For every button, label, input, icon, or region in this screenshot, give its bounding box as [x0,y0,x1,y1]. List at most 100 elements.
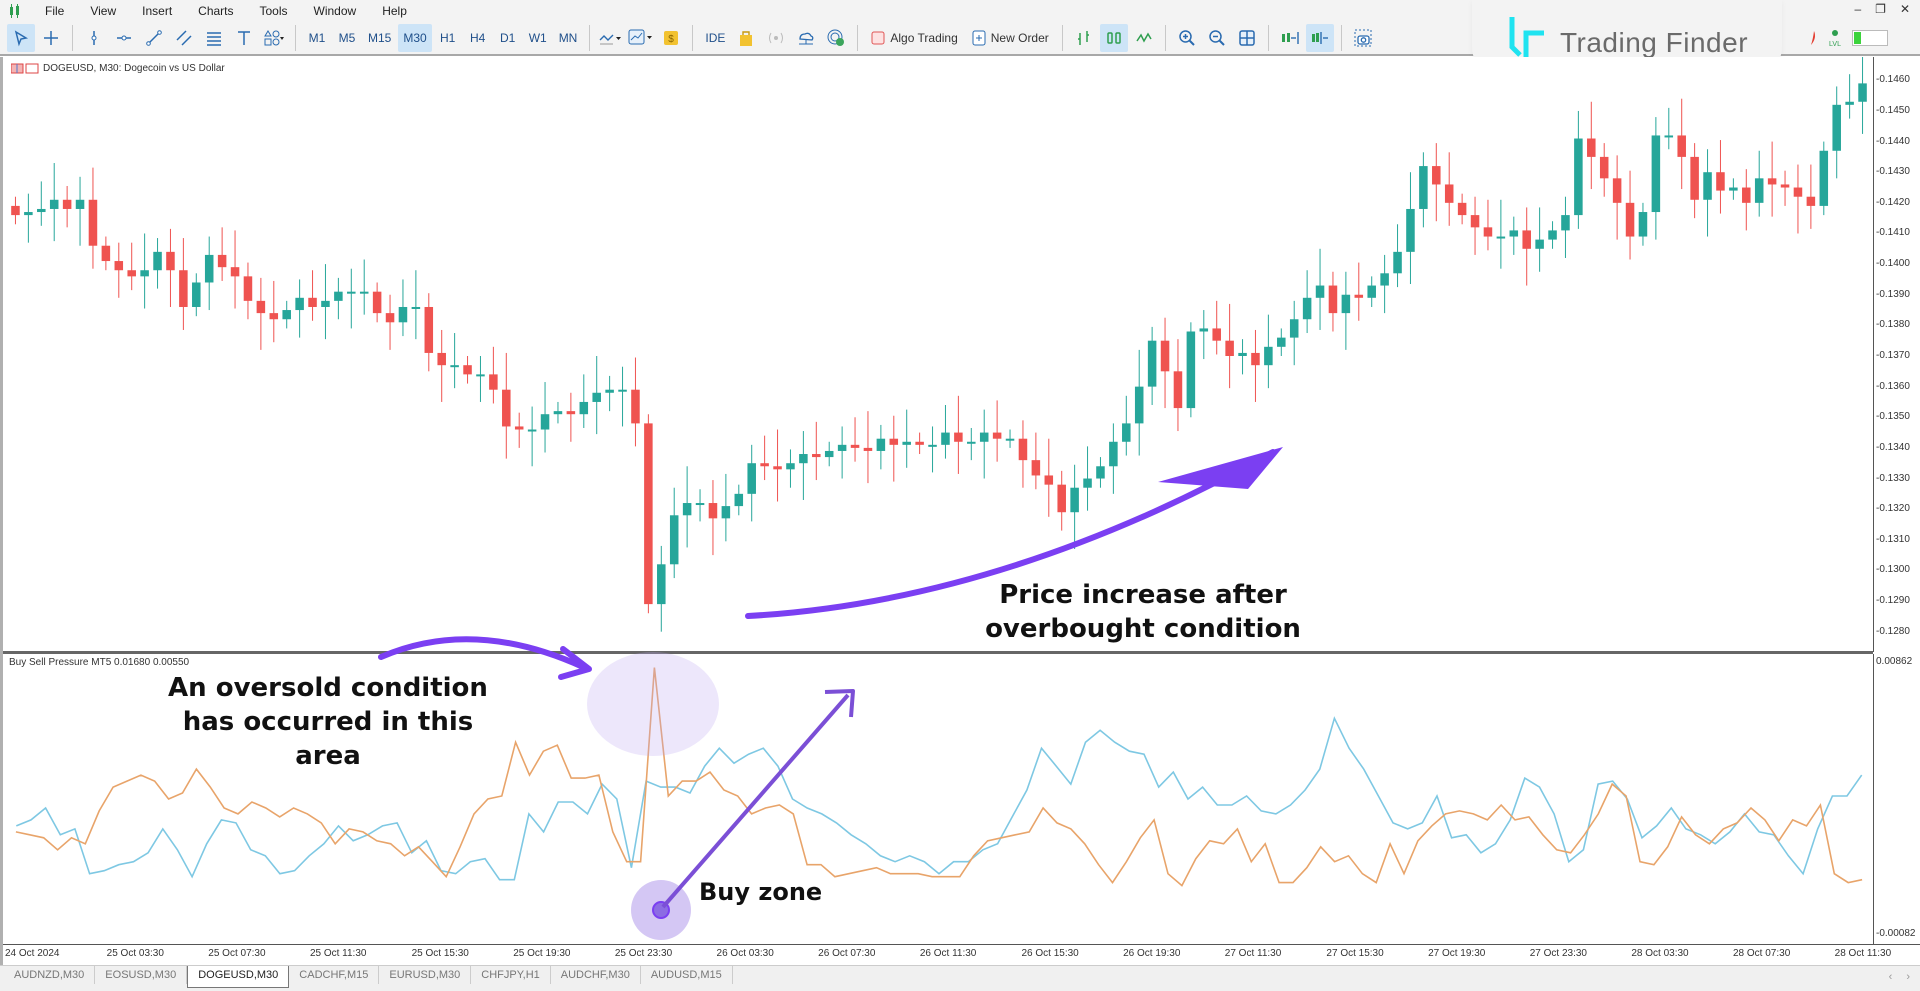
crosshair-icon [44,31,58,45]
new-order-button[interactable]: New Order [966,24,1055,52]
ide-button[interactable]: IDE [700,24,730,52]
minimize-icon[interactable]: – [1854,2,1861,16]
shopping-bag-button[interactable] [732,24,760,52]
market-button[interactable]: $ [657,24,685,52]
vertical-line-button[interactable] [80,24,108,52]
timeframe-h4[interactable]: H4 [464,24,492,52]
zoom-out-button[interactable] [1203,24,1231,52]
crosshair-button[interactable] [37,24,65,52]
horizontal-line-icon [117,35,131,41]
time-tick-label: 25 Oct 15:30 [411,948,469,959]
price-tick-label: -0.1280 [1876,625,1910,637]
time-tick-label: 25 Oct 07:30 [208,948,266,959]
timeframe-m5[interactable]: M5 [333,24,361,52]
toolbar-separator [1061,25,1063,51]
toolbar-separator [1340,25,1342,51]
menu-file[interactable]: File [32,4,77,18]
dollar-icon: $ [664,31,679,45]
timeframe-m30[interactable]: M30 [398,24,432,52]
price-tick-label: -0.1340 [1876,441,1910,453]
horizontal-line-button[interactable] [110,24,138,52]
scroll-right-icon[interactable]: › [1906,971,1910,983]
cursor-button[interactable] [7,24,35,52]
chart-shift-button[interactable] [1305,24,1334,52]
bar-chart-button[interactable] [1070,24,1098,52]
price-tick-label: -0.1460 [1876,74,1910,86]
menu-tools[interactable]: Tools [247,4,301,18]
line-chart-button[interactable] [1130,24,1158,52]
algo-trading-button[interactable]: Algo Trading [865,24,963,52]
text-button[interactable] [230,24,258,52]
timeframe-w1[interactable]: W1 [524,24,552,52]
radar-button[interactable] [822,24,850,52]
time-tick-label: 28 Oct 11:30 [1834,948,1892,959]
menu-window[interactable]: Window [301,4,370,18]
shapes-button[interactable] [260,24,288,52]
zoom-in-button[interactable] [1173,24,1201,52]
chart-tabs: AUDNZD,M30 EOSUSD,M30 DOGEUSD,M30 CADCHF,M1… [0,965,1920,991]
timeframe-m1[interactable]: M1 [303,24,331,52]
tile-windows-button[interactable] [1233,24,1261,52]
svg-text:$: $ [669,34,675,45]
timeframe-mn[interactable]: MN [554,24,583,52]
price-tick-label: -0.1350 [1876,411,1910,423]
radar-icon [827,29,845,46]
fibonacci-icon [207,32,221,46]
time-tick-label: 25 Oct 23:30 [614,948,673,959]
autoscroll-button[interactable] [1276,24,1304,52]
tab-audnzd-m30[interactable]: AUDNZD,M30 [4,966,96,984]
signals-button[interactable] [762,24,790,52]
tab-chfjpy-h1[interactable]: CHFJPY,H1 [471,966,551,984]
time-tick-label: 25 Oct 19:30 [513,948,571,959]
shapes-icon [264,30,284,46]
fibonacci-button[interactable] [200,24,228,52]
oversold-arrow [378,636,586,670]
tab-cadchf-m15[interactable]: CADCHF,M15 [289,966,380,984]
tab-dogeusd-m30[interactable]: DOGEUSD,M30 [187,966,290,988]
indicators-button[interactable] [597,24,625,52]
screenshot-button[interactable] [1349,24,1377,52]
menu-charts[interactable]: Charts [185,4,246,18]
algo-trading-label: Algo Trading [890,31,958,45]
line-chart-icon [1136,32,1152,43]
vps-button[interactable] [792,24,820,52]
price-tick-label: -0.1370 [1876,350,1910,361]
menu-view[interactable]: View [77,4,129,18]
templates-button[interactable] [627,24,655,52]
trendline-button[interactable] [140,24,168,52]
trendline-icon [146,30,162,46]
time-tick-label: 25 Oct 11:30 [309,948,367,959]
chart-window[interactable]: DOGEUSD, M30: Dogecoin vs US Dollar -0.1… [0,57,1920,965]
menu-help[interactable]: Help [369,4,420,18]
tab-eosusd-m30[interactable]: EOSUSD,M30 [95,966,188,984]
tab-audchf-m30[interactable]: AUDCHF,M30 [551,966,641,984]
indicator-tick-label: 0.00862 [1876,656,1913,667]
price-tick-label: -0.1300 [1876,564,1910,576]
autoscroll-icon [1281,32,1299,44]
price-tick-label: -0.1400 [1876,258,1910,270]
price-axis: -0.1460 -0.1450 -0.1440 -0.1430 -0.1420 -0.14… [1873,57,1920,652]
toolbar-separator [72,25,73,51]
time-tick-label: 26 Oct 19:30 [1123,948,1181,959]
toolbar-separator [295,25,296,51]
chart-template-icon [628,29,653,45]
price-tick-label: -0.1440 [1876,135,1910,147]
oversold-line-3: area [295,740,361,771]
channel-button[interactable] [170,24,198,52]
menu-insert[interactable]: Insert [129,4,185,18]
close-icon[interactable]: ✕ [1900,2,1910,16]
time-tick-label: 27 Oct 11:30 [1224,948,1282,959]
tab-eurusd-m30[interactable]: EURUSD,M30 [379,966,472,984]
timeframe-m15[interactable]: M15 [363,24,396,52]
tab-audusd-m15[interactable]: AUDUSD,M15 [641,966,733,984]
text-icon [238,31,250,45]
timeframe-d1[interactable]: D1 [494,24,522,52]
timeframe-h1[interactable]: H1 [434,24,462,52]
scroll-left-icon[interactable]: ‹ [1889,971,1893,983]
channel-icon [176,30,192,46]
candlestick-button[interactable] [1099,24,1128,52]
toolbar-separator [1164,25,1166,51]
restore-icon[interactable]: ❐ [1875,2,1886,16]
chart-shift-icon [1311,32,1328,44]
cloud-icon [799,32,814,45]
